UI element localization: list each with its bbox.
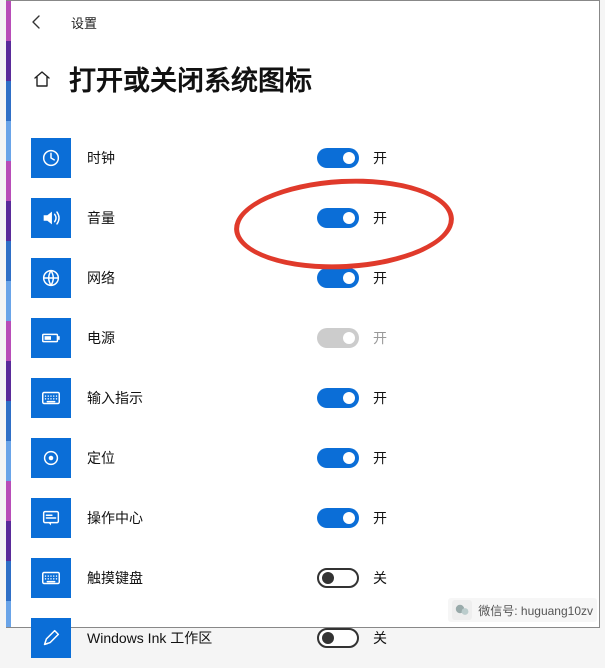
home-button[interactable]	[31, 68, 53, 90]
toggle-location[interactable]	[317, 448, 359, 468]
action-icon	[31, 498, 71, 538]
setting-row-actioncenter: 操作中心 开	[7, 488, 599, 548]
pen-icon	[31, 618, 71, 658]
setting-row-volume: 音量 开	[7, 188, 599, 248]
toggle-state-text: 开	[373, 508, 387, 528]
toggle-touchkb[interactable]	[317, 568, 359, 588]
toggle-ink[interactable]	[317, 628, 359, 648]
wechat-overlay: 微信号: huguang10zv	[448, 598, 597, 622]
wechat-label: 微信号: huguang10zv	[478, 602, 593, 619]
setting-label: 时钟	[71, 148, 317, 168]
setting-label: 输入指示	[71, 388, 317, 408]
setting-row-power: 电源 开	[7, 308, 599, 368]
toggle-network[interactable]	[317, 268, 359, 288]
settings-window: 设置 打开或关闭系统图标 时钟开音量开网络开电源开输入指示开定位开操作中心开触摸…	[6, 0, 600, 628]
toggle-knob	[343, 212, 355, 224]
battery-icon	[31, 318, 71, 358]
toggle-knob	[322, 572, 334, 584]
toggle-state-text: 开	[373, 448, 387, 468]
toggle-state-text: 关	[373, 568, 387, 588]
toggle-knob	[322, 632, 334, 644]
toggle-knob	[343, 332, 355, 344]
setting-label: 定位	[71, 448, 317, 468]
setting-label: Windows Ink 工作区	[71, 628, 317, 648]
toggle-ime[interactable]	[317, 388, 359, 408]
toggle-state-text: 开	[373, 268, 387, 288]
home-icon	[32, 69, 52, 89]
toggle-knob	[343, 272, 355, 284]
wechat-icon	[452, 600, 472, 620]
setting-label: 音量	[71, 208, 317, 228]
topbar: 设置	[7, 1, 599, 37]
setting-label: 触摸键盘	[71, 568, 317, 588]
page-header: 打开或关闭系统图标	[7, 37, 599, 108]
toggle-volume[interactable]	[317, 208, 359, 228]
arrow-left-icon	[29, 14, 45, 30]
toggle-knob	[343, 392, 355, 404]
toggle-knob	[343, 152, 355, 164]
setting-label: 操作中心	[71, 508, 317, 528]
icon-toggle-list: 时钟开音量开网络开电源开输入指示开定位开操作中心开触摸键盘关Windows In…	[7, 108, 599, 668]
toggle-state-text: 开	[373, 328, 387, 348]
setting-row-clock: 时钟 开	[7, 128, 599, 188]
setting-row-location: 定位 开	[7, 428, 599, 488]
setting-row-network: 网络 开	[7, 248, 599, 308]
setting-label: 网络	[71, 268, 317, 288]
toggle-state-text: 关	[373, 628, 387, 648]
toggle-state-text: 开	[373, 208, 387, 228]
toggle-state-text: 开	[373, 388, 387, 408]
setting-label: 电源	[71, 328, 317, 348]
topbar-title: 设置	[71, 13, 97, 32]
keyboard-icon	[31, 558, 71, 598]
globe-icon	[31, 258, 71, 298]
toggle-actioncenter[interactable]	[317, 508, 359, 528]
window-accent-strip	[6, 1, 11, 627]
toggle-power	[317, 328, 359, 348]
volume-icon	[31, 198, 71, 238]
toggle-clock[interactable]	[317, 148, 359, 168]
page-title: 打开或关闭系统图标	[69, 59, 312, 98]
toggle-knob	[343, 512, 355, 524]
toggle-state-text: 开	[373, 148, 387, 168]
back-button[interactable]	[25, 10, 49, 34]
target-icon	[31, 438, 71, 478]
setting-row-ime: 输入指示 开	[7, 368, 599, 428]
toggle-knob	[343, 452, 355, 464]
keyboard-icon	[31, 378, 71, 418]
clock-icon	[31, 138, 71, 178]
